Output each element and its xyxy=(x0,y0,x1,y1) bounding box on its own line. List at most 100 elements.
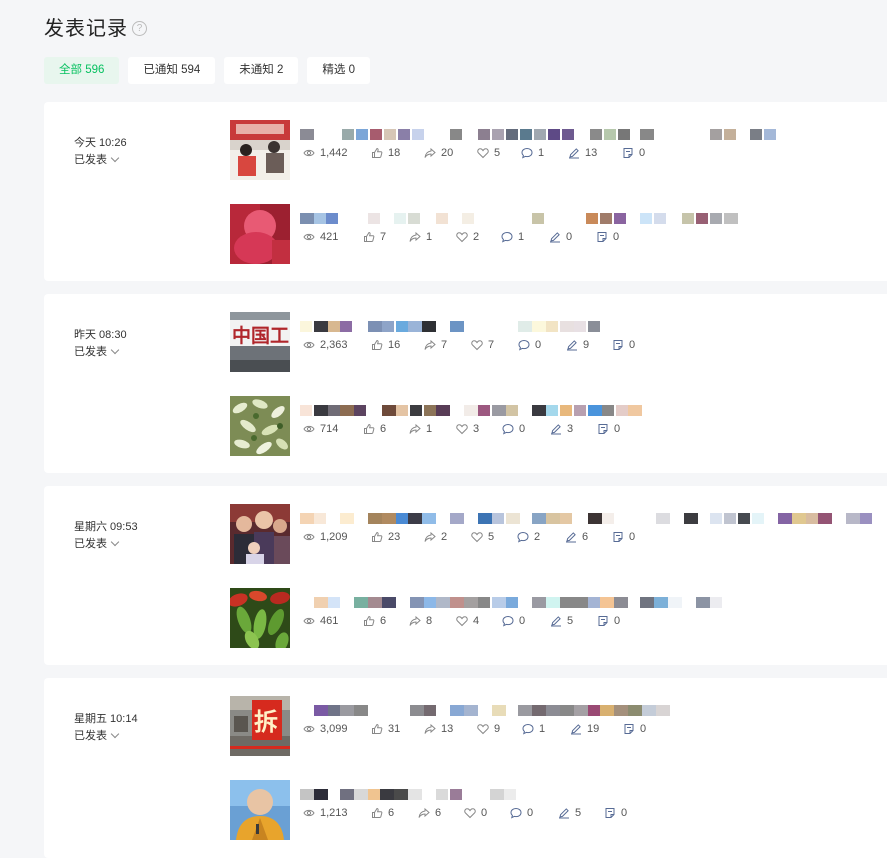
status-dropdown[interactable]: 已发表 xyxy=(74,343,120,359)
thumb-monk-portrait[interactable] xyxy=(230,780,290,840)
share-icon xyxy=(424,723,436,734)
thumb-family-photo[interactable] xyxy=(230,504,290,564)
eye-icon xyxy=(303,425,315,433)
thumbs-up-icon xyxy=(364,423,375,434)
favorite-count: 9 xyxy=(477,723,522,735)
post-stats: 1,213 6 6 0 0 5 0 xyxy=(303,807,627,819)
tab-all[interactable]: 全部 596 xyxy=(44,57,120,84)
post-item[interactable]: 461 6 8 4 0 5 0 xyxy=(230,588,870,648)
chevron-down-icon xyxy=(110,537,120,546)
post-stats: 461 6 8 4 0 5 0 xyxy=(303,615,620,627)
eye-icon xyxy=(303,233,315,241)
post-item[interactable]: 1,209 23 2 5 2 6 0 xyxy=(230,504,872,564)
thumb-sign-text: 中国工 xyxy=(232,324,289,347)
eye-icon xyxy=(303,617,315,625)
pen-icon xyxy=(551,616,561,627)
thumb-red-office[interactable] xyxy=(230,120,290,180)
status-dropdown[interactable]: 已发表 xyxy=(74,151,120,167)
like-count: 31 xyxy=(371,723,424,735)
post-item[interactable]: 中国工 2,363 16 7 7 0 9 0 xyxy=(230,312,870,372)
page-title-bar: 发表记录 ? xyxy=(44,12,147,41)
thumb-demolition-sign[interactable]: 拆 xyxy=(230,696,290,756)
share-icon xyxy=(424,531,436,542)
quote-icon xyxy=(605,808,615,818)
share-icon xyxy=(409,615,421,626)
pen-icon xyxy=(551,424,561,435)
post-stats: 421 7 1 2 1 0 0 xyxy=(303,231,619,243)
page-title: 发表记录 xyxy=(44,18,128,40)
post-item[interactable]: 1,442 18 20 5 1 13 0 xyxy=(230,120,870,180)
view-count: 3,099 xyxy=(303,723,371,735)
like-count: 23 xyxy=(371,531,424,543)
heart-icon xyxy=(456,232,468,243)
thumb-pink-person[interactable] xyxy=(230,204,290,264)
edit-count: 13 xyxy=(568,147,622,159)
share-icon xyxy=(418,807,430,818)
help-icon[interactable]: ? xyxy=(132,20,147,36)
comment-count: 1 xyxy=(501,231,549,243)
edit-count: 19 xyxy=(570,723,623,735)
thumb-green-food[interactable] xyxy=(230,396,290,456)
share-count: 8 xyxy=(409,615,456,627)
pen-icon xyxy=(569,148,579,159)
edit-count: 0 xyxy=(549,231,596,243)
quote-icon xyxy=(597,232,607,242)
comment-count: 2 xyxy=(517,531,565,543)
post-item[interactable]: 1,213 6 6 0 0 5 0 xyxy=(230,780,870,840)
thumb-bank-sign[interactable]: 中国工 xyxy=(230,312,290,372)
quote-count: 0 xyxy=(604,807,627,819)
tab-notified[interactable]: 已通知 594 xyxy=(128,57,216,84)
post-stats: 1,209 23 2 5 2 6 0 xyxy=(303,531,635,543)
heart-icon xyxy=(477,148,489,159)
thumbs-up-icon xyxy=(372,723,383,734)
edit-count: 5 xyxy=(550,615,597,627)
eye-icon xyxy=(303,725,315,733)
post-stats: 1,442 18 20 5 1 13 0 xyxy=(303,147,645,159)
view-count: 1,209 xyxy=(303,531,371,543)
tab-featured[interactable]: 精选 0 xyxy=(307,57,370,84)
post-item[interactable]: 421 7 1 2 1 0 0 xyxy=(230,204,870,264)
eye-icon xyxy=(303,809,315,817)
thumbs-up-icon xyxy=(364,231,375,242)
post-item[interactable]: 714 6 1 3 0 3 0 xyxy=(230,396,870,456)
post-item[interactable]: 拆 3,099 31 13 9 1 19 0 xyxy=(230,696,870,756)
favorite-count: 4 xyxy=(456,615,502,627)
quote-count: 0 xyxy=(612,531,635,543)
edit-count: 3 xyxy=(550,423,597,435)
pen-icon xyxy=(567,340,577,351)
pen-icon xyxy=(559,808,569,819)
quote-count: 0 xyxy=(612,339,635,351)
status-label: 已发表 xyxy=(74,730,107,742)
eye-icon xyxy=(303,533,315,541)
post-date: 星期五 10:14 xyxy=(74,713,138,725)
comment-icon xyxy=(501,231,513,243)
blurred-title xyxy=(300,513,872,524)
post-stats: 3,099 31 13 9 1 19 0 xyxy=(303,723,646,735)
post-group-card: 今天 10:26 已发表 1,442 18 20 5 1 13 0 421 7 … xyxy=(44,102,887,281)
share-count: 1 xyxy=(409,423,456,435)
status-dropdown[interactable]: 已发表 xyxy=(74,535,120,551)
pen-icon xyxy=(550,232,560,243)
favorite-count: 7 xyxy=(471,339,518,351)
eye-icon xyxy=(303,149,315,157)
comment-count: 0 xyxy=(502,615,550,627)
blurred-title xyxy=(300,405,860,416)
post-date: 今天 10:26 xyxy=(74,137,127,149)
status-dropdown[interactable]: 已发表 xyxy=(74,727,120,743)
like-count: 16 xyxy=(371,339,424,351)
edit-count: 9 xyxy=(566,339,612,351)
chevron-down-icon xyxy=(110,729,120,738)
heart-icon xyxy=(471,340,483,351)
thumb-green-peppers[interactable] xyxy=(230,588,290,648)
comment-count: 0 xyxy=(518,339,566,351)
favorite-count: 3 xyxy=(456,423,502,435)
view-count: 2,363 xyxy=(303,339,371,351)
favorite-count: 0 xyxy=(464,807,510,819)
heart-icon xyxy=(464,808,476,819)
quote-count: 0 xyxy=(596,231,619,243)
comment-icon xyxy=(521,147,533,159)
tab-not-notified[interactable]: 未通知 2 xyxy=(224,57,299,84)
heart-icon xyxy=(477,724,489,735)
post-date: 昨天 08:30 xyxy=(74,329,127,341)
post-group-card: 昨天 08:30 已发表 中国工 2,363 16 7 7 0 9 0 714 … xyxy=(44,294,887,473)
